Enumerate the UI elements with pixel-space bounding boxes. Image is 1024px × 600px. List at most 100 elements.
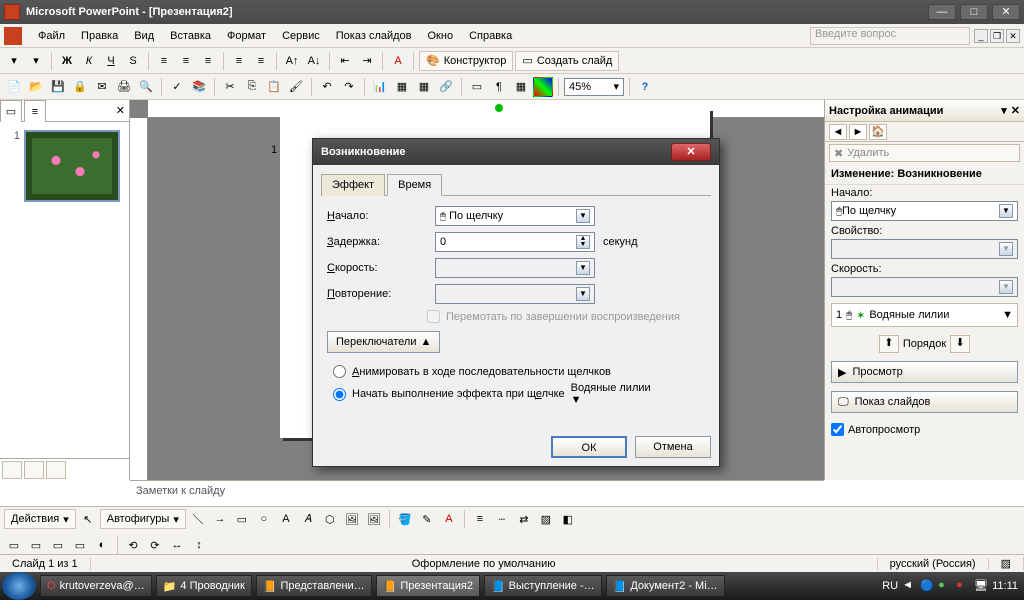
ok-button[interactable]: ОК: [551, 436, 627, 458]
line-style-button[interactable]: ≡: [470, 509, 490, 529]
menu-view[interactable]: Вид: [126, 28, 162, 44]
menu-edit[interactable]: Правка: [73, 28, 126, 44]
close-panel-icon[interactable]: ✕: [112, 100, 129, 121]
extra-btn-1[interactable]: ▭: [4, 535, 24, 555]
actions-menu[interactable]: Действия ▾: [4, 509, 76, 529]
taskpane-dropdown-icon[interactable]: ▾: [1001, 104, 1007, 117]
redo-button[interactable]: ↷: [339, 77, 359, 97]
expand-all-button[interactable]: ▭: [467, 77, 487, 97]
taskbar-item-0[interactable]: Okrutoverzeva@…: [40, 575, 152, 597]
trigger-object-combo[interactable]: Водяные лилии ▼: [571, 382, 691, 406]
underline-button[interactable]: Ч: [101, 51, 121, 71]
hyperlink-button[interactable]: 🔗: [436, 77, 456, 97]
close-button[interactable]: ✕: [992, 4, 1020, 20]
fill-color-button[interactable]: 🪣: [395, 509, 415, 529]
shadow-style-button[interactable]: ▨: [536, 509, 556, 529]
nav-home-button[interactable]: 🏠: [869, 124, 887, 140]
font-color-button[interactable]: A: [388, 51, 408, 71]
color-button[interactable]: [533, 77, 553, 97]
format-painter-button[interactable]: 🖌: [286, 77, 306, 97]
slide-thumbnail[interactable]: 1: [8, 130, 121, 202]
increase-indent-button[interactable]: ⇥: [357, 51, 377, 71]
nav-back-button[interactable]: ◄: [829, 124, 847, 140]
clipart-button[interactable]: 🖼: [342, 509, 362, 529]
taskbar-item-1[interactable]: 📁4 Проводник: [156, 575, 252, 597]
nav-forward-button[interactable]: ►: [849, 124, 867, 140]
tab-timing[interactable]: Время: [387, 174, 442, 196]
autopreview-checkbox[interactable]: Автопросмотр: [831, 423, 1018, 436]
outline-tab[interactable]: ▭: [0, 100, 22, 122]
open-button[interactable]: 📂: [26, 77, 46, 97]
increase-font-button[interactable]: A↑: [282, 51, 302, 71]
preview-button[interactable]: 🔍: [136, 77, 156, 97]
zoom-combo[interactable]: 45%▾: [564, 78, 624, 96]
paste-button[interactable]: 📋: [264, 77, 284, 97]
align-right-button[interactable]: ≡: [198, 51, 218, 71]
font-dropdown[interactable]: ▾: [4, 51, 24, 71]
email-button[interactable]: ✉: [92, 77, 112, 97]
dlg-triggers-button[interactable]: Переключатели ▲: [327, 331, 440, 353]
tray-icon-4[interactable]: ●: [956, 579, 970, 593]
line-color-button[interactable]: ✎: [417, 509, 437, 529]
menu-format[interactable]: Формат: [219, 28, 274, 44]
extra-btn-6[interactable]: ⟲: [123, 535, 143, 555]
extra-btn-2[interactable]: ▭: [26, 535, 46, 555]
numbering-button[interactable]: ≡: [229, 51, 249, 71]
mdi-minimize[interactable]: _: [974, 29, 988, 43]
print-button[interactable]: 🖨: [114, 77, 134, 97]
menu-file[interactable]: Файл: [30, 28, 73, 44]
maximize-button[interactable]: □: [960, 4, 988, 20]
extra-btn-7[interactable]: ⟳: [145, 535, 165, 555]
rectangle-button[interactable]: ▭: [232, 509, 252, 529]
mdi-close[interactable]: ✕: [1006, 29, 1020, 43]
3d-style-button[interactable]: ◧: [558, 509, 578, 529]
clock[interactable]: 11:11: [992, 580, 1018, 592]
extra-btn-8[interactable]: ↔: [167, 535, 187, 555]
radio-sequence[interactable]: Анимировать в ходе последовательности ще…: [333, 365, 705, 378]
bullets-button[interactable]: ≡: [251, 51, 271, 71]
permission-button[interactable]: 🔒: [70, 77, 90, 97]
show-formatting-button[interactable]: ¶: [489, 77, 509, 97]
tp-start-combo[interactable]: По щелчку ▼: [831, 201, 1018, 221]
picture-button[interactable]: 🖼: [364, 509, 384, 529]
dlg-repeat-combo[interactable]: ▼: [435, 284, 595, 304]
tables-borders-button[interactable]: ▦: [414, 77, 434, 97]
preview-button[interactable]: ▶ Просмотр: [831, 361, 1018, 383]
notes-pane[interactable]: Заметки к слайду: [130, 480, 824, 504]
help-button[interactable]: ?: [635, 77, 655, 97]
taskbar-item-3[interactable]: 📙Презентация2: [376, 575, 480, 597]
cancel-button[interactable]: Отмена: [635, 436, 711, 458]
tp-property-combo[interactable]: ▼: [831, 239, 1018, 259]
animation-list-item[interactable]: 1 ✶ Водяные лилии ▼: [831, 303, 1018, 327]
menu-slideshow[interactable]: Показ слайдов: [328, 28, 420, 44]
line-button[interactable]: ＼: [188, 509, 208, 529]
dlg-speed-combo[interactable]: ▼: [435, 258, 595, 278]
grid-button[interactable]: ▦: [511, 77, 531, 97]
italic-button[interactable]: К: [79, 51, 99, 71]
menu-insert[interactable]: Вставка: [162, 28, 219, 44]
tray-icon-3[interactable]: ●: [938, 579, 952, 593]
table-button[interactable]: ▦: [392, 77, 412, 97]
dash-style-button[interactable]: ┄: [492, 509, 512, 529]
mdi-restore[interactable]: ❐: [990, 29, 1004, 43]
font-color-button-2[interactable]: A: [439, 509, 459, 529]
help-search-input[interactable]: Введите вопрос: [810, 27, 970, 45]
slideshow-view-button[interactable]: [46, 461, 66, 479]
item-dropdown-icon[interactable]: ▼: [1002, 309, 1013, 321]
design-button[interactable]: 🎨Конструктор: [419, 51, 513, 71]
start-button[interactable]: [2, 572, 36, 600]
dlg-delay-spinner[interactable]: 0 ▲▼: [435, 232, 595, 252]
slides-tab[interactable]: ≡: [24, 100, 46, 122]
taskbar-item-2[interactable]: 📙Представлени…: [256, 575, 372, 597]
autoshapes-menu[interactable]: Автофигуры ▾: [100, 509, 186, 529]
minimize-button[interactable]: —: [928, 4, 956, 20]
spellcheck-button[interactable]: ✓: [167, 77, 187, 97]
normal-view-button[interactable]: [2, 461, 22, 479]
dialog-close-button[interactable]: ✕: [671, 143, 711, 161]
new-button[interactable]: 📄: [4, 77, 24, 97]
extra-btn-3[interactable]: ▭: [48, 535, 68, 555]
tray-icon-1[interactable]: ◄: [902, 579, 916, 593]
radio-on-click[interactable]: Начать выполнение эффекта при щелчке Вод…: [333, 382, 705, 406]
tab-effect[interactable]: Эффект: [321, 174, 385, 196]
copy-button[interactable]: ⎘: [242, 77, 262, 97]
